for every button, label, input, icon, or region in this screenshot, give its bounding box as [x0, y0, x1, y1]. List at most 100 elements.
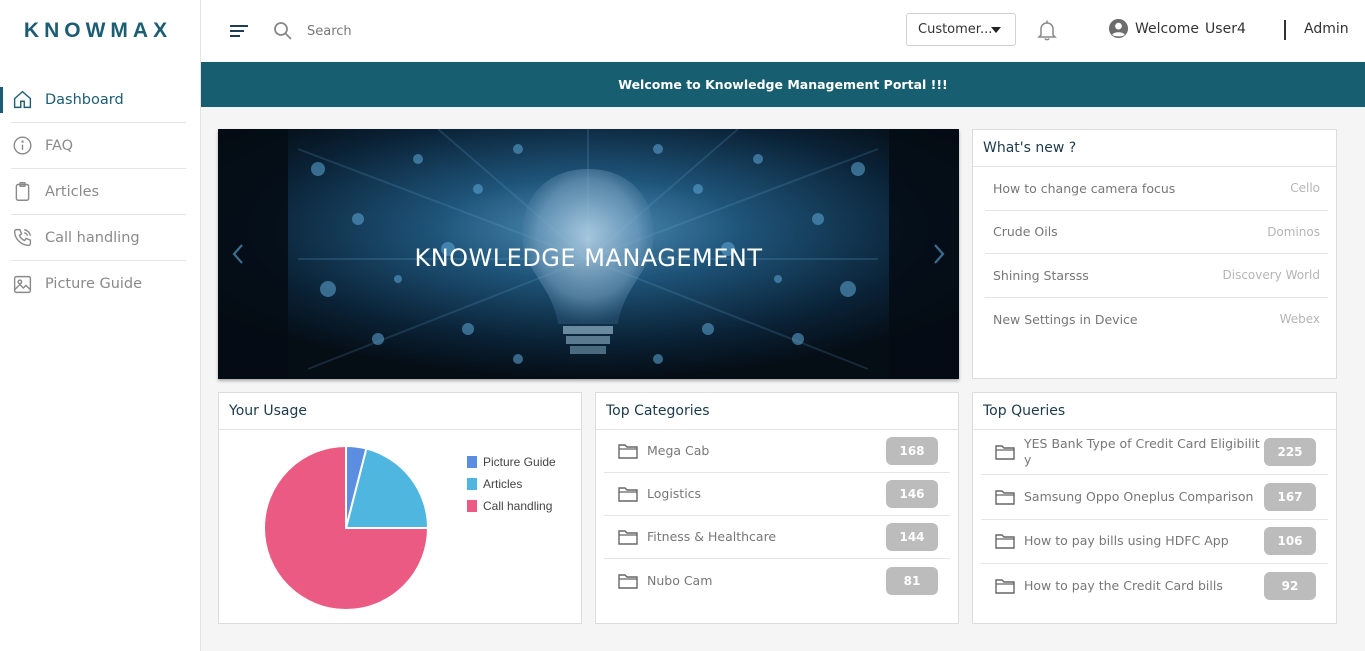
sidebar-item-faq[interactable]: FAQ — [11, 123, 186, 169]
top-queries-list: YES Bank Type of Credit Card Eligibility… — [973, 430, 1336, 609]
legend-label: Articles — [483, 477, 523, 491]
carousel-title: KNOWLEDGE MANAGEMENT — [414, 244, 763, 272]
username: User4 — [1205, 20, 1246, 37]
category-label: Fitness & Healthcare — [647, 529, 777, 544]
usage-panel: Your Usage Picture Guide Articles Call han… — [218, 392, 582, 624]
count-badge: 167 — [1264, 482, 1316, 511]
list-item[interactable]: Shining Starsss Discovery World — [985, 254, 1328, 298]
sidebar-item-dashboard[interactable]: Dashboard — [0, 77, 186, 123]
legend-swatch — [467, 478, 477, 490]
clipboard-icon — [11, 181, 33, 203]
count-badge: 144 — [886, 523, 938, 551]
sidebar-nav: Dashboard FAQ Articles Call handling Pic… — [0, 77, 200, 307]
count-badge: 168 — [886, 437, 938, 465]
sidebar-item-label: Picture Guide — [45, 276, 143, 292]
banner-text: Welcome to Knowledge Management Portal !… — [618, 77, 948, 92]
chart-legend: Picture Guide Articles Call handling — [467, 451, 556, 517]
list-item[interactable]: Mega Cab 168 — [604, 430, 950, 473]
welcome-user[interactable]: Welcome User4 — [1108, 18, 1246, 39]
sidebar-item-label: Articles — [45, 183, 100, 200]
item-title: Crude Oils — [993, 224, 1058, 240]
legend-label: Call handling — [483, 499, 553, 513]
sidebar-item-picture-guide[interactable]: Picture Guide — [11, 261, 186, 307]
home-icon — [11, 89, 33, 111]
list-item[interactable]: Fitness & Healthcare 144 — [604, 516, 950, 559]
item-title: How to change camera focus — [993, 180, 1176, 196]
customer-dropdown[interactable]: Customer... — [906, 13, 1016, 46]
sidebar-item-call-handling[interactable]: Call handling — [11, 215, 186, 261]
folder-icon — [995, 534, 1015, 549]
sidebar: KNOWMAX Dashboard FAQ Articles Call hand… — [0, 0, 201, 651]
top-categories-list: Mega Cab 168 Logistics 146 Fitness & Hea… — [596, 430, 958, 602]
legend-swatch — [467, 500, 477, 512]
folder-icon — [618, 530, 638, 545]
category-label: Mega Cab — [647, 443, 710, 458]
legend-item[interactable]: Call handling — [467, 495, 556, 517]
list-item[interactable]: How to pay the Credit Card bills 92 — [981, 564, 1328, 609]
query-label: Samsung Oppo Oneplus Comparison — [1024, 488, 1254, 504]
menu-icon[interactable] — [229, 23, 249, 39]
dropdown-value: Customer... — [918, 22, 993, 37]
info-icon — [11, 135, 33, 157]
count-badge: 81 — [886, 566, 938, 595]
folder-icon — [618, 444, 638, 459]
folder-icon — [618, 487, 638, 502]
chevron-right-icon[interactable] — [929, 239, 949, 269]
list-item[interactable]: Samsung Oppo Oneplus Comparison 167 — [981, 475, 1328, 520]
search-icon[interactable] — [273, 21, 293, 41]
list-item[interactable]: Nubo Cam 81 — [604, 559, 950, 602]
legend-item[interactable]: Articles — [467, 473, 556, 495]
chevron-left-icon[interactable] — [228, 239, 248, 269]
list-item[interactable]: How to change camera focus Cello — [985, 167, 1328, 211]
item-source: Dominos — [1267, 224, 1320, 239]
list-item[interactable]: YES Bank Type of Credit Card Eligibility… — [981, 430, 1328, 475]
legend-swatch — [467, 456, 477, 468]
category-label: Logistics — [647, 486, 702, 501]
phone-icon — [11, 227, 33, 249]
list-item[interactable]: How to pay bills using HDFC App 106 — [981, 520, 1328, 564]
count-badge: 92 — [1264, 572, 1316, 601]
header-divider — [1284, 20, 1286, 40]
legend-item[interactable]: Picture Guide — [467, 451, 556, 473]
top-categories-title: Top Categories — [596, 393, 958, 430]
whats-new-list: How to change camera focus Cello Crude O… — [973, 167, 1336, 341]
sidebar-item-articles[interactable]: Articles — [11, 169, 186, 215]
top-queries-panel: Top Queries YES Bank Type of Credit Card… — [972, 392, 1337, 624]
category-label: Nubo Cam — [647, 572, 713, 588]
item-source: Cello — [1290, 181, 1320, 196]
item-title: Shining Starsss — [993, 267, 1089, 283]
list-item[interactable]: Logistics 146 — [604, 473, 950, 516]
usage-title: Your Usage — [219, 393, 581, 430]
folder-icon — [618, 573, 638, 589]
count-badge: 106 — [1264, 527, 1316, 556]
item-title: New Settings in Device — [993, 311, 1138, 327]
top-queries-title: Top Queries — [973, 393, 1336, 430]
count-badge: 146 — [886, 480, 938, 508]
top-header: Customer... Welcome User4 Admin — [201, 0, 1365, 62]
hero-carousel[interactable]: KNOWLEDGE MANAGEMENT — [218, 129, 959, 379]
count-badge: 225 — [1264, 438, 1316, 466]
sidebar-item-label: Dashboard — [45, 91, 124, 108]
logo: KNOWMAX — [23, 19, 173, 42]
search-input[interactable] — [307, 23, 607, 39]
image-icon — [11, 273, 33, 295]
sidebar-item-label: FAQ — [45, 137, 74, 154]
item-source: Webex — [1279, 312, 1320, 327]
item-source: Discovery World — [1222, 268, 1321, 283]
whats-new-panel: What's new ? How to change camera focus … — [972, 129, 1337, 379]
sidebar-item-label: Call handling — [45, 229, 140, 246]
bell-icon[interactable] — [1037, 19, 1057, 41]
list-item[interactable]: New Settings in Device Webex — [985, 298, 1328, 342]
role-admin[interactable]: Admin — [1304, 21, 1349, 37]
user-avatar-icon — [1108, 18, 1129, 39]
folder-icon — [995, 490, 1015, 505]
query-label: How to pay bills using HDFC App — [1024, 533, 1229, 549]
legend-label: Picture Guide — [483, 455, 556, 469]
top-categories-panel: Top Categories Mega Cab 168 Logistics 14… — [595, 392, 959, 624]
welcome-banner: Welcome to Knowledge Management Portal !… — [201, 62, 1365, 107]
folder-icon — [995, 579, 1015, 594]
query-label: How to pay the Credit Card bills — [1024, 578, 1223, 594]
whats-new-title: What's new ? — [973, 130, 1336, 167]
caret-down-icon — [991, 27, 1001, 33]
list-item[interactable]: Crude Oils Dominos — [985, 211, 1328, 254]
